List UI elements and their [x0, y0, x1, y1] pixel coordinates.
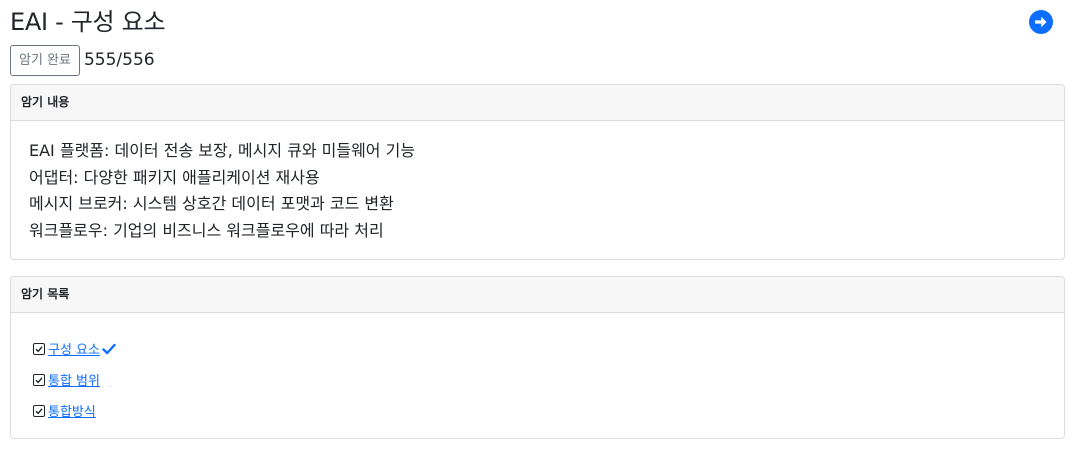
- list-item: 통합방식: [33, 395, 1064, 426]
- checkmark-icon: [102, 343, 116, 354]
- arrow-circle-right-icon: [1029, 10, 1053, 34]
- memorize-done-button[interactable]: 암기 완료: [10, 44, 80, 76]
- next-button[interactable]: [1029, 10, 1053, 34]
- list-item: 구성 요소: [33, 333, 1064, 364]
- memo-list-card: 암기 목록 구성 요소 통합 범위 통합방식: [10, 276, 1065, 439]
- memo-content-card: 암기 내용 EAI 플랫폼: 데이터 전송 보장, 메시지 큐와 미들웨어 기능…: [10, 84, 1065, 260]
- list-item-link-method[interactable]: 통합방식: [48, 401, 96, 420]
- memo-line: EAI 플랫폼: 데이터 전송 보장, 메시지 큐와 미들웨어 기능: [29, 141, 416, 160]
- progress-count: 555/556: [83, 50, 155, 70]
- checked-box-icon: [33, 404, 45, 417]
- list-item-link-scope[interactable]: 통합 범위: [48, 370, 100, 389]
- memo-content-header: 암기 내용: [11, 85, 1064, 121]
- checked-box-icon: [33, 342, 45, 355]
- page-title: EAI - 구성 요소: [10, 8, 166, 36]
- status-row: 암기 완료 555/556: [10, 44, 155, 76]
- memo-list-header: 암기 목록: [11, 277, 1064, 313]
- memo-content-body: EAI 플랫폼: 데이터 전송 보장, 메시지 큐와 미들웨어 기능 어댑터: …: [11, 121, 1064, 244]
- memo-list: 구성 요소 통합 범위 통합방식: [11, 313, 1064, 426]
- memo-line: 워크플로우: 기업의 비즈니스 워크플로우에 따라 처리: [29, 220, 384, 240]
- checked-box-icon: [33, 373, 45, 386]
- memo-line: 어댑터: 다양한 패키지 애플리케이션 재사용: [29, 167, 320, 187]
- list-item-link-components[interactable]: 구성 요소: [48, 339, 100, 358]
- page: EAI - 구성 요소 암기 완료 555/556 암기 내용 EAI 플랫폼:…: [0, 0, 1075, 449]
- memo-line: 메시지 브로커: 시스템 상호간 데이터 포맷과 코드 변환: [29, 194, 394, 213]
- list-item: 통합 범위: [33, 364, 1064, 395]
